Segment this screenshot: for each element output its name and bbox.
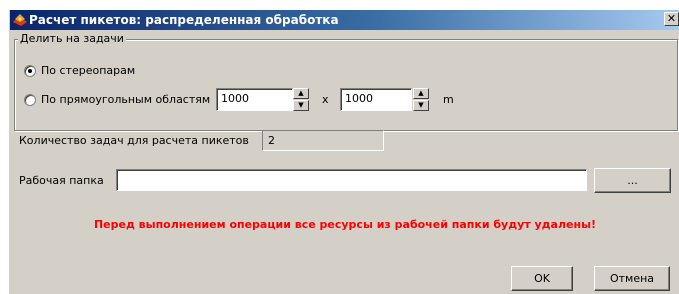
unit-label: m [443, 93, 454, 106]
rect-width-input[interactable]: 1000 [216, 88, 293, 111]
rect-width-spinner[interactable]: ▲ ▼ [293, 88, 309, 111]
work-folder-input[interactable] [116, 169, 587, 191]
tasks-count-label: Количество задач для расчета пикетов [19, 134, 249, 147]
dialog-window: Расчет пикетов: распределенная обработка… [9, 10, 679, 294]
app-icon [13, 14, 27, 26]
ok-button[interactable]: OK [511, 266, 573, 291]
split-groupbox [14, 39, 678, 131]
work-folder-label: Рабочая папка [19, 174, 104, 187]
tasks-count-value: 2 [262, 130, 384, 151]
close-button[interactable]: ✕ [664, 12, 679, 26]
rect-height-spinner[interactable]: ▲ ▼ [413, 88, 429, 111]
window-title: Расчет пикетов: распределенная обработка [29, 13, 339, 27]
rect-height-input[interactable]: 1000 [340, 88, 412, 111]
title-bar[interactable]: Расчет пикетов: распределенная обработка… [10, 10, 679, 30]
times-label: x [322, 93, 329, 106]
split-legend: Делить на задачи [18, 32, 126, 45]
radio-rectangles[interactable] [24, 94, 36, 106]
browse-button[interactable]: ... [594, 168, 671, 193]
warning-message: Перед выполнением операции все ресурсы и… [93, 218, 597, 231]
radio-stereopairs[interactable] [24, 65, 36, 77]
arrow-down-icon[interactable]: ▼ [293, 100, 309, 111]
cancel-button[interactable]: Отмена [594, 266, 670, 291]
radio-rectangles-label[interactable]: По прямоугольным областям [41, 93, 210, 106]
arrow-up-icon[interactable]: ▲ [413, 88, 429, 99]
radio-stereopairs-label[interactable]: По стереопарам [41, 64, 135, 77]
arrow-down-icon[interactable]: ▼ [413, 100, 429, 111]
arrow-up-icon[interactable]: ▲ [293, 88, 309, 99]
